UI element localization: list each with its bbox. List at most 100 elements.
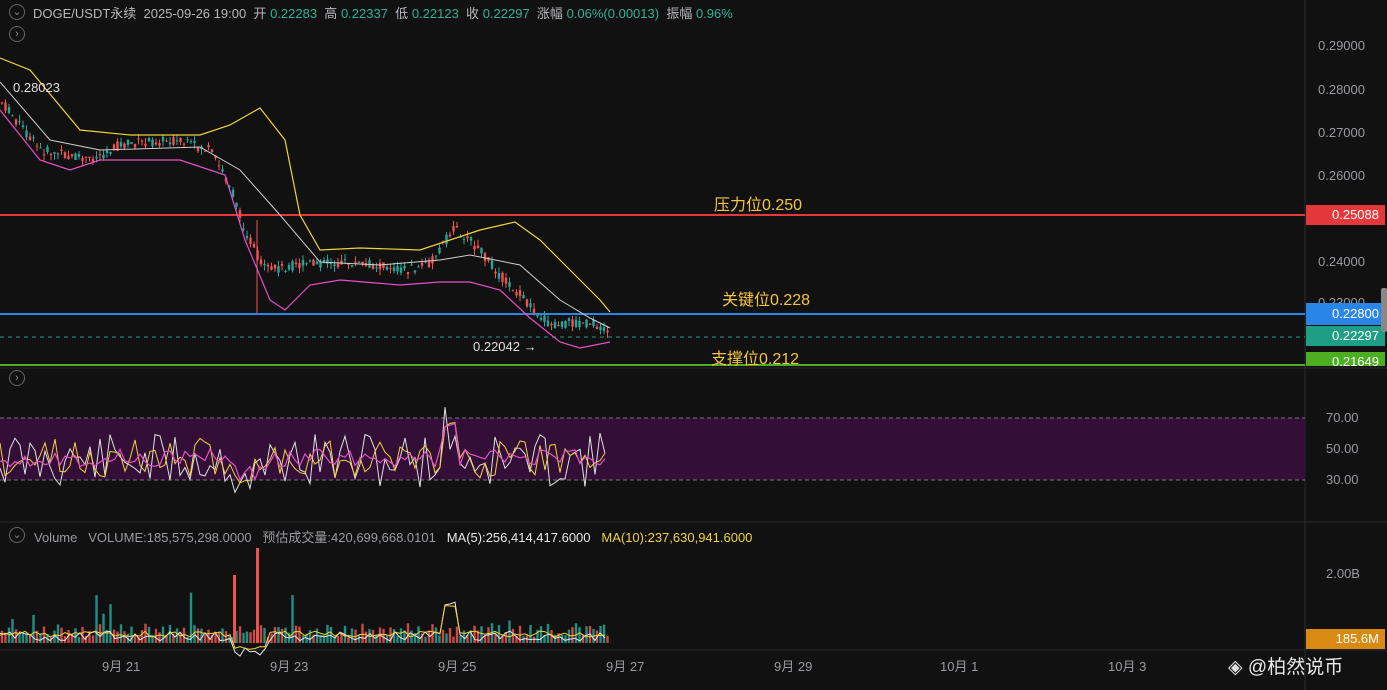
price-tick: 0.24000 (1318, 254, 1365, 269)
candle-body (308, 260, 312, 262)
time-tick: 9月 27 (606, 659, 645, 674)
volume-bar (25, 633, 28, 643)
volume-bar (291, 594, 294, 643)
candle-body (553, 321, 557, 329)
candle-body (490, 260, 494, 269)
candle-body (242, 228, 245, 231)
candle-body (273, 264, 277, 269)
volume-bar (102, 613, 105, 643)
candle-body (46, 146, 49, 153)
volume-bar (119, 624, 123, 643)
time-tick: 10月 3 (1108, 659, 1147, 674)
volume-label: Volume (34, 530, 78, 545)
candle-body (14, 119, 18, 125)
bb-upper (0, 57, 611, 313)
candle-body (434, 255, 438, 257)
volume-bar (224, 631, 228, 643)
volume-bar (18, 633, 21, 643)
volume-bar (116, 631, 119, 643)
candle-body (357, 261, 361, 263)
volume-bar (140, 630, 144, 643)
volume-spike (233, 575, 236, 643)
volume-ma5-line (0, 601, 606, 657)
candle-body (501, 272, 504, 282)
candle-body (462, 239, 466, 241)
candle-body (172, 136, 175, 145)
volume-bar (480, 626, 483, 643)
candle-body (147, 137, 151, 142)
candle-body (140, 140, 144, 142)
candle-body (263, 264, 266, 266)
candle-body (571, 319, 574, 327)
volume-bar (259, 625, 263, 643)
close-value: 0.22297 (482, 6, 530, 21)
candle-body (130, 142, 133, 144)
candle-body (221, 169, 224, 172)
candle-body (168, 142, 172, 145)
chart-canvas[interactable] (0, 0, 1387, 690)
volume-bar (452, 636, 455, 643)
volume-bar (602, 624, 606, 643)
candle-body (154, 142, 158, 145)
candle-body (238, 210, 242, 218)
candle-body (494, 271, 497, 274)
volume-bar (196, 628, 200, 643)
symbol: DOGE/USDT永续 (33, 6, 137, 21)
candle-body (515, 291, 518, 296)
key-level-label: 关键位0.228 (722, 292, 811, 309)
candle-body (60, 149, 63, 151)
watermark-text: @柏然说币 (1247, 657, 1344, 678)
candle-body (417, 266, 420, 268)
volume-bar (438, 635, 441, 643)
diamond-logo-icon: ◈ (1228, 657, 1243, 678)
candles-group (0, 99, 609, 338)
volume-collapse-icon[interactable]: ⌄ (9, 527, 25, 543)
candle-body (455, 226, 459, 228)
candle-body (151, 139, 154, 147)
candle-body (25, 130, 28, 138)
candle-body (165, 140, 168, 142)
candle-body (476, 245, 480, 249)
candle-body (74, 153, 77, 161)
candle-body (564, 320, 567, 328)
candle-body (67, 156, 70, 160)
volume-tag: 185.6M (1306, 629, 1385, 649)
last-price-tag: 0.22297 (1306, 326, 1385, 346)
candle-body (452, 225, 455, 232)
rsi-expand-icon[interactable]: › (9, 370, 25, 386)
candle-body (98, 154, 102, 156)
change-value: 0.06%(0.00013) (566, 6, 660, 21)
candle-body (333, 264, 336, 267)
candle-body (469, 237, 473, 241)
change-label: 涨幅 (536, 6, 563, 21)
datetime: 2025-09-26 19:00 (143, 6, 247, 21)
expand-icon[interactable]: › (9, 26, 25, 42)
candle-body (81, 158, 84, 161)
candle-body (119, 142, 123, 147)
candle-body (133, 144, 137, 148)
candle-body (480, 247, 483, 254)
volume-bar (340, 634, 343, 643)
collapse-icon[interactable]: ⌄ (9, 4, 25, 20)
candle-body (179, 138, 182, 143)
low-label: 低 (395, 6, 409, 21)
scroll-handle[interactable] (1381, 288, 1387, 332)
volume-bar (77, 636, 81, 643)
candle-body (252, 243, 256, 248)
candle-body (595, 326, 599, 329)
candle-body (343, 259, 347, 261)
candle-body (557, 324, 560, 327)
candle-body (259, 259, 263, 265)
candle-body (11, 115, 14, 117)
rsi-band (0, 418, 1305, 480)
candle-body (438, 247, 441, 254)
candle-body (35, 145, 39, 147)
price-tick: 0.26000 (1318, 168, 1365, 183)
volume-bar (203, 635, 207, 643)
candle-body (196, 147, 200, 152)
volume-bar (336, 636, 340, 643)
candle-body (210, 149, 214, 153)
candle-body (301, 260, 305, 266)
candle-body (578, 320, 581, 328)
volume-bar (91, 635, 95, 643)
